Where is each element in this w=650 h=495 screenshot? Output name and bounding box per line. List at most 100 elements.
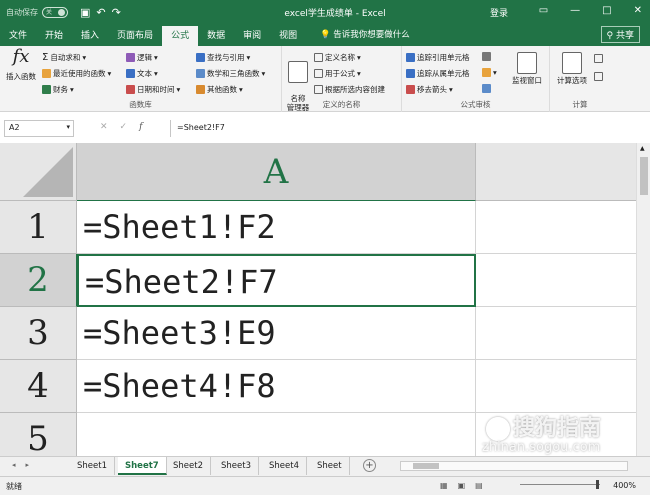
insert-function-button[interactable]: fx 插入函数	[2, 48, 40, 82]
autosum-button[interactable]: Σ 自动求和 ▾	[42, 52, 86, 63]
select-all-triangle	[23, 147, 73, 197]
minimize-button[interactable]: —	[570, 5, 580, 16]
enter-icon[interactable]: ✓	[120, 122, 140, 132]
recent-functions-button[interactable]: 最近使用的函数 ▾	[42, 68, 111, 79]
math-button[interactable]: 数学和三角函数 ▾	[196, 68, 265, 79]
horizontal-scroll-thumb[interactable]	[413, 463, 439, 469]
select-all-corner[interactable]	[0, 143, 77, 201]
error-checking-button[interactable]: ▾	[482, 68, 497, 77]
zoom-level[interactable]: 400%	[613, 481, 636, 490]
tab-insert[interactable]: 插入	[72, 26, 108, 46]
sheet-tab-sheet[interactable]: Sheet	[310, 457, 350, 475]
other-functions-button[interactable]: 其他函数 ▾	[196, 84, 243, 95]
tab-formulas[interactable]: 公式	[162, 26, 199, 46]
ribbon-options-icon[interactable]: ▭	[539, 5, 548, 16]
cell-b3[interactable]	[476, 307, 636, 360]
financial-button[interactable]: 财务 ▾	[42, 84, 74, 95]
name-box[interactable]: A2 ▾	[4, 120, 74, 137]
autosave-toggle[interactable]: 关	[42, 6, 68, 18]
cell-a3[interactable]: =Sheet3!E9	[77, 307, 476, 360]
fx-insert-icon[interactable]: f	[139, 122, 154, 132]
add-sheet-button[interactable]: +	[363, 459, 376, 472]
ribbon-tabs: 文件 开始 插入 页面布局 公式 数据 审阅 视图 💡 告诉我你想要做什么 ⚲ …	[0, 24, 650, 46]
login-button[interactable]: 登录	[490, 6, 508, 19]
column-header-b[interactable]	[476, 143, 636, 201]
watch-window-button[interactable]: 监视窗口	[506, 52, 548, 85]
define-name-button[interactable]: 定义名称 ▾	[314, 52, 361, 63]
row-header-3[interactable]: 3	[0, 307, 77, 360]
tell-me-search[interactable]: 💡 告诉我你想要做什么	[320, 28, 410, 40]
row-header-4[interactable]: 4	[0, 360, 77, 413]
text-icon	[126, 69, 135, 78]
show-formulas-button[interactable]	[482, 52, 491, 61]
trace-dependents-button[interactable]: 追踪从属单元格	[406, 68, 470, 79]
trace-precedents-button[interactable]: 追踪引用单元格	[406, 52, 470, 63]
cell-a4[interactable]: =Sheet4!F8	[77, 360, 476, 413]
tab-review[interactable]: 审阅	[234, 26, 270, 46]
calc-options-button[interactable]: 计算选项	[554, 52, 590, 85]
sheet-tab-sheet1[interactable]: Sheet1	[70, 457, 115, 475]
tab-page-layout[interactable]: 页面布局	[108, 26, 162, 46]
zoom-slider-knob[interactable]	[596, 480, 599, 489]
page-break-view-icon[interactable]: ▤	[475, 481, 493, 490]
calc-now-button[interactable]	[594, 54, 603, 63]
evaluate-formula-button[interactable]	[482, 84, 491, 93]
normal-view-icon[interactable]: ▦	[440, 481, 458, 490]
next-sheet-icon[interactable]: ▸	[26, 461, 40, 469]
cell-a2[interactable]: =Sheet2!F7	[77, 254, 476, 307]
create-from-selection-icon	[314, 85, 323, 94]
vertical-scroll-thumb[interactable]	[640, 157, 648, 195]
cell-b1[interactable]	[476, 201, 636, 254]
group-calc-label: 计算	[572, 100, 588, 109]
sheet-tab-sheet7[interactable]: Sheet7	[118, 457, 167, 475]
logical-icon	[126, 53, 135, 62]
prev-sheet-icon[interactable]: ◂	[12, 461, 26, 469]
zoom-slider-track[interactable]	[520, 484, 600, 485]
row-header-1[interactable]: 1	[0, 201, 77, 254]
tell-me-label: 告诉我你想要做什么	[333, 30, 410, 40]
cell-a1[interactable]: =Sheet1!F2	[77, 201, 476, 254]
use-in-formula-button[interactable]: 用于公式 ▾	[314, 68, 361, 79]
logical-button[interactable]: 逻辑 ▾	[126, 52, 158, 63]
cell-b4[interactable]	[476, 360, 636, 413]
cancel-icon[interactable]: ✕	[100, 122, 120, 132]
text-button[interactable]: 文本 ▾	[126, 68, 158, 79]
sheet-tab-sheet4[interactable]: Sheet4	[262, 457, 307, 475]
page-layout-view-icon[interactable]: ▣	[458, 481, 476, 490]
define-name-icon	[314, 53, 323, 62]
calc-sheet-button[interactable]	[594, 72, 603, 81]
share-button[interactable]: ⚲ 共享	[600, 26, 640, 43]
lookup-button[interactable]: 查找与引用 ▾	[196, 52, 250, 63]
create-from-selection-button[interactable]: 根据所选内容创建	[314, 84, 385, 95]
datetime-button[interactable]: 日期和时间 ▾	[126, 84, 180, 95]
vertical-scrollbar[interactable]: ▲	[636, 143, 650, 456]
cell-a5[interactable]	[77, 413, 476, 456]
sheet-tab-sheet3[interactable]: Sheet3	[214, 457, 259, 475]
restore-button[interactable]: □	[602, 5, 611, 16]
undo-icon[interactable]: ↶	[96, 6, 111, 19]
close-button[interactable]: ✕	[634, 5, 642, 16]
ribbon-formulas: fx 插入函数 Σ 自动求和 ▾ 最近使用的函数 ▾ 财务 ▾ 逻辑 ▾ 文本 ▾ 日期和时…	[0, 46, 650, 112]
remove-arrows-button[interactable]: 移去箭头 ▾	[406, 84, 453, 95]
cell-b2[interactable]	[476, 254, 636, 307]
calendar-icon	[126, 85, 135, 94]
lookup-label: 查找与引用	[207, 53, 245, 62]
tab-data[interactable]: 数据	[198, 26, 234, 46]
redo-icon[interactable]: ↷	[112, 6, 127, 19]
tab-file[interactable]: 文件	[0, 26, 36, 46]
formula-input[interactable]: =Sheet2!F7	[170, 120, 638, 137]
column-header-a[interactable]: A	[77, 143, 476, 201]
row-header-2[interactable]: 2	[0, 254, 77, 307]
save-icon[interactable]: ▣	[80, 6, 96, 19]
tab-home[interactable]: 开始	[36, 26, 72, 46]
scroll-up-icon[interactable]: ▲	[640, 145, 645, 152]
define-name-label: 定义名称	[325, 53, 355, 62]
sheet-tab-sheet2[interactable]: Sheet2	[166, 457, 211, 475]
create-from-sel-label: 根据所选内容创建	[325, 85, 385, 94]
row-header-5[interactable]: 5	[0, 413, 77, 456]
tab-view[interactable]: 视图	[270, 26, 306, 46]
recent-label: 最近使用的函数	[53, 69, 106, 78]
horizontal-scrollbar[interactable]	[400, 461, 628, 471]
chevron-down-icon: ▾	[66, 123, 70, 131]
calc-now-icon	[594, 54, 603, 63]
